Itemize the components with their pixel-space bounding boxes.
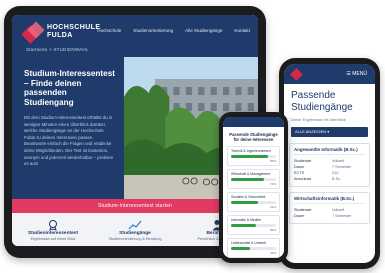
match-progress-fill	[231, 201, 259, 205]
hamburger-icon: ☰	[346, 71, 351, 77]
match-progress-fill	[231, 224, 256, 228]
match-label: Informatik & Medien	[231, 218, 262, 223]
match-progress-bar	[231, 155, 276, 159]
detail-value: B.Sc.	[332, 177, 342, 181]
detail-value: 7 Semester	[332, 214, 352, 218]
match-heading: Passende Studiengänge für deine Interess…	[229, 132, 278, 143]
phone-large-screen: ☰ MENÜ Passende Studiengänge Deine Ergeb…	[284, 64, 375, 263]
phone-large-device: ☰ MENÜ Passende Studiengänge Deine Ergeb…	[279, 58, 380, 269]
match-percent: 61%	[269, 205, 276, 210]
match-item[interactable]: Wirtschaft & Management 74%	[227, 169, 280, 190]
program-title[interactable]: Angewandte Informatik (B.Sc.)	[294, 147, 365, 155]
nav-item[interactable]: Alle Studiengänge	[185, 28, 222, 33]
main-nav: Hochschule Studienorientierung Alle Stud…	[97, 28, 250, 33]
program-card[interactable]: Angewandte Informatik (B.Sc.) Studienart…	[289, 143, 370, 187]
program-card[interactable]: Wirtschaftsinformatik (B.Sc.) Studienart…	[289, 192, 370, 224]
program-title[interactable]: Wirtschaftsinformatik (B.Sc.)	[294, 196, 365, 204]
feature-title: Studiengänge	[119, 231, 151, 236]
nav-item[interactable]: Studienorientierung	[133, 28, 173, 33]
hero-title: Studium-Interessentest – Finde deinen pa…	[24, 69, 115, 107]
phone-small-screen: Passende Studiengänge für deine Interess…	[223, 117, 284, 258]
match-item[interactable]: Informatik & Medien 55%	[227, 215, 280, 236]
match-percent: 55%	[269, 228, 276, 233]
university-logo[interactable]	[21, 21, 45, 44]
results-subtitle: Deine Ergebnisse im Überblick	[291, 117, 346, 122]
match-label: Wirtschaft & Management	[231, 172, 271, 177]
match-item[interactable]: Soziales & Gesundheit 61%	[227, 192, 280, 213]
detail-row: Abschluss B.Sc.	[294, 176, 365, 182]
detail-key: Abschluss	[294, 177, 312, 181]
award-icon	[18, 219, 88, 231]
feature-item[interactable]: Studieninteressentest Ergebnisse auf ein…	[18, 219, 88, 241]
mobile-header: ☰ MENÜ	[284, 64, 375, 84]
match-label: Technik & Ingenieurwesen	[231, 149, 271, 154]
nav-item[interactable]: Kontakt	[234, 28, 250, 33]
match-progress-bar	[231, 247, 276, 251]
match-item[interactable]: Technik & Ingenieurwesen 82%	[227, 146, 280, 167]
feature-text: Studienorientierung & Beratung	[108, 237, 162, 241]
breadcrumb[interactable]: Startseite > STUDIENWAHL	[26, 47, 89, 52]
match-percent: 42%	[269, 251, 276, 256]
match-progress-bar	[231, 224, 276, 228]
match-item[interactable]: Lebensmittel & Umwelt 42%	[227, 238, 280, 258]
nav-item[interactable]: Hochschule	[97, 28, 121, 33]
match-percent: 82%	[269, 159, 276, 164]
show-all-button[interactable]: ALLE ANZEIGEN ▾	[291, 127, 368, 137]
match-label: Lebensmittel & Umwelt	[231, 241, 266, 246]
match-progress-bar	[231, 201, 276, 205]
phone-small-device: Passende Studiengänge für deine Interess…	[219, 112, 288, 263]
match-progress-fill	[231, 178, 265, 182]
chart-line-icon	[100, 219, 170, 231]
match-label: Soziales & Gesundheit	[231, 195, 266, 200]
hero-body: Mit dem Studium-Interessentest erhältst …	[24, 115, 114, 167]
match-list: Technik & Ingenieurwesen 82% Wirtschaft & …	[223, 146, 284, 258]
match-progress-fill	[231, 247, 250, 251]
detail-key: Dauer	[294, 214, 305, 218]
brand-name[interactable]: HOCHSCHULE FULDA	[47, 24, 100, 40]
site-header: HOCHSCHULE FULDA Hochschule Studienorien…	[12, 15, 258, 57]
detail-row: Dauer 7 Semester	[294, 213, 365, 219]
hero-text-panel: Studium-Interessentest – Finde deinen pa…	[12, 57, 124, 199]
feature-item[interactable]: Studiengänge Studienorientierung & Berat…	[100, 219, 170, 241]
match-percent: 74%	[269, 182, 276, 187]
feature-title: Studieninteressentest	[27, 231, 79, 236]
match-progress-fill	[231, 155, 268, 159]
university-logo[interactable]	[290, 68, 303, 81]
menu-button[interactable]: ☰ MENÜ	[346, 71, 367, 77]
results-title: Passende Studiengänge	[291, 90, 353, 113]
feature-text: Ergebnisse auf einen Blick	[30, 237, 76, 241]
match-progress-bar	[231, 178, 276, 182]
mobile-header	[223, 117, 284, 127]
menu-label: MENÜ	[352, 71, 367, 77]
